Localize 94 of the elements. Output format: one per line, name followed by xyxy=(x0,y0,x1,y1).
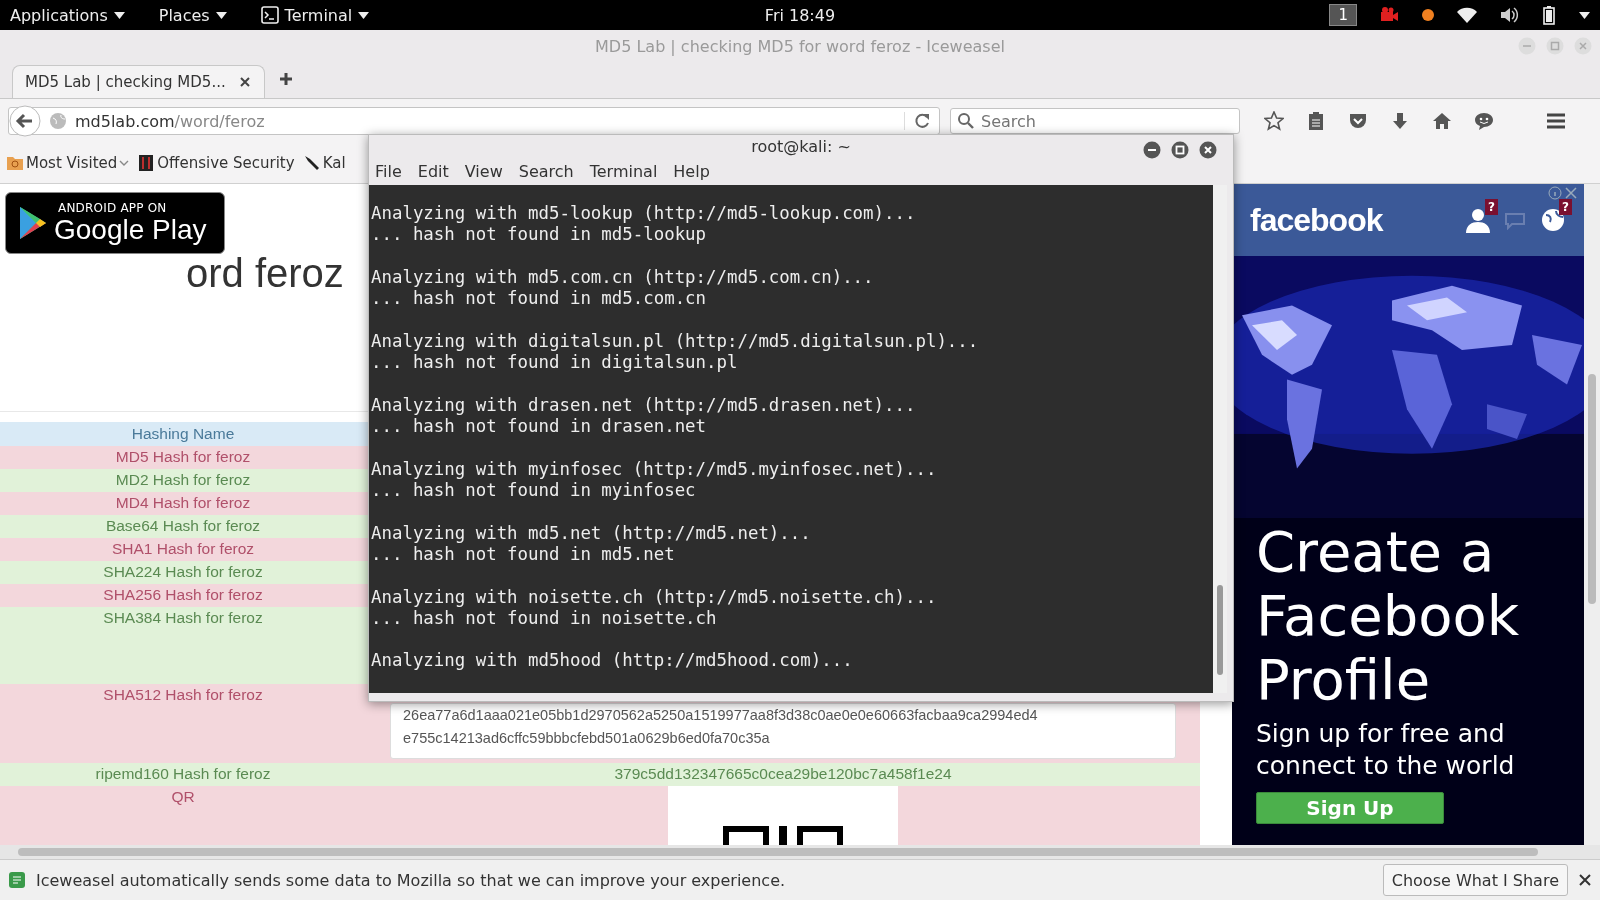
status-dot-icon xyxy=(1421,8,1435,22)
terminal-line: Analyzing with md5hood (http://md5hood.com)... xyxy=(371,650,854,672)
terminal-line: Analyzing with md5.net (http://md5.net)... xyxy=(371,522,812,544)
menu-icon[interactable] xyxy=(1546,111,1566,131)
choose-share-button[interactable]: Choose What I Share xyxy=(1382,864,1568,896)
menu-item[interactable]: Help xyxy=(673,162,710,182)
table-cell: Base64 Hash for feroz xyxy=(0,515,366,538)
globe-icon xyxy=(49,112,67,130)
terminal-line: Analyzing with myinfosec (http://md5.myinfosec.net)... xyxy=(371,458,938,481)
chevron-icon xyxy=(119,159,130,167)
pocket-icon[interactable] xyxy=(1348,111,1368,131)
menu-item[interactable]: Edit xyxy=(417,162,449,182)
battery-icon xyxy=(1541,5,1557,25)
menu-item[interactable]: View xyxy=(464,162,503,182)
terminal-line: ... hash not found in digitalsun.pl xyxy=(371,352,739,374)
table-cell: SHA224 Hash for feroz xyxy=(0,561,366,584)
table-cell: ripemd160 Hash for feroz xyxy=(0,763,366,786)
chat-icon[interactable] xyxy=(1474,111,1494,131)
download-icon[interactable] xyxy=(1390,111,1410,131)
volume-icon xyxy=(1499,5,1519,25)
new-tab-icon[interactable] xyxy=(278,71,293,86)
table-cell: MD5 Hash for feroz xyxy=(0,446,366,469)
terminal-line: ... hash not found in drasen.net xyxy=(371,416,708,438)
bookmark-item[interactable]: Offensive Security xyxy=(137,154,295,172)
back-button[interactable] xyxy=(9,105,41,137)
terminal-line: Analyzing with noisette.ch (http://md5.noisette.ch)... xyxy=(371,586,938,608)
table-cell: SHA512 Hash for feroz xyxy=(0,684,366,763)
minimize-button[interactable] xyxy=(1143,141,1161,159)
notification-message: Iceweasel automatically sends some data to Mozilla so that we can improve your experience. xyxy=(36,870,787,890)
maximize-button[interactable] xyxy=(1171,141,1189,159)
bookmark-item[interactable]: Most Visited xyxy=(6,154,130,172)
home-icon[interactable] xyxy=(1432,111,1452,131)
column-header: Hashing Name xyxy=(0,422,366,446)
terminal-title: root@kali: ~ xyxy=(751,137,851,157)
folder-icon xyxy=(6,154,24,172)
menu-item[interactable]: File xyxy=(375,162,402,182)
bookmark-item[interactable]: Kal xyxy=(302,154,346,172)
table-cell: QR xyxy=(0,786,366,845)
table-cell: SHA256 Hash for feroz xyxy=(0,584,366,607)
table-cell: 379c5dd132347665c0cea29be120bc7a458f1e24 xyxy=(614,765,952,783)
ad-subline: Sign up for free and connect to the world xyxy=(1256,718,1516,782)
terminal-line: Analyzing with digitalsun.pl (http://md5.digitalsun.pl)... xyxy=(371,330,980,353)
terminal-line: ... hash not found in md5.net xyxy=(371,543,676,566)
clipboard-icon[interactable] xyxy=(1306,111,1326,131)
wifi-icon xyxy=(1457,5,1477,25)
terminal-line: ... hash not found in noisette.ch xyxy=(371,607,718,630)
table-cell: MD4 Hash for feroz xyxy=(0,492,366,515)
search-icon xyxy=(957,112,975,130)
facebook-logo: facebook xyxy=(1250,201,1383,239)
terminal-line: ... hash not found in md5.com.cn xyxy=(371,288,708,310)
terminal-line: Analyzing with drasen.net (http://md5.drasen.net)... xyxy=(371,394,917,417)
terminal-icon xyxy=(260,6,279,24)
window-title: MD5 Lab | checking MD5 for word feroz - Iceweasel xyxy=(595,36,1005,56)
url-field[interactable]: md5lab.com/word/feroz xyxy=(75,111,265,131)
close-button[interactable] xyxy=(1199,141,1217,159)
close-icon[interactable] xyxy=(237,75,252,89)
table-cell: SHA384 Hash for feroz xyxy=(0,607,366,684)
top-menu[interactable]: Terminal xyxy=(260,5,370,25)
browser-tab[interactable]: MD5 Lab | checking MD5... xyxy=(12,65,265,98)
bookmark-star-icon[interactable] xyxy=(1264,111,1284,131)
caret-icon xyxy=(1579,11,1590,19)
top-menu[interactable]: Applications xyxy=(10,5,125,25)
tool-icon xyxy=(302,154,321,172)
terminal-line: Analyzing with md5-lookup (http://md5-lookup.com)... xyxy=(371,203,917,225)
caret-icon xyxy=(113,11,125,19)
messages-icon xyxy=(1504,210,1528,230)
terminal-line: Analyzing with md5.com.cn (http://md5.com.cn)... xyxy=(371,267,875,289)
caret-icon xyxy=(215,11,227,19)
menu-item[interactable]: Terminal xyxy=(589,162,658,182)
caret-icon xyxy=(358,11,370,19)
scrollbar[interactable] xyxy=(1213,185,1227,693)
google-play-badge[interactable]: ANDROID APP ON Google Play xyxy=(5,192,225,254)
horizontal-scrollbar[interactable] xyxy=(0,845,1600,859)
table-cell: SHA1 Hash for feroz xyxy=(0,538,366,561)
notification-icon xyxy=(8,871,26,889)
notification-badge: ? xyxy=(1559,199,1572,215)
close-icon[interactable] xyxy=(1564,186,1578,200)
terminal-line: ... hash not found in myinfosec xyxy=(371,480,697,502)
reload-icon[interactable] xyxy=(913,112,931,130)
table-cell: MD2 Hash for feroz xyxy=(0,469,366,492)
page-heading: ord feroz xyxy=(186,251,344,295)
menu-item[interactable]: Search xyxy=(518,162,574,182)
close-icon[interactable] xyxy=(1578,873,1592,887)
hash-value-field[interactable]: 26ea77a6d1aaa021e05bb1d2970562a5250a1519977aa8f3d38c0ae0e0e60663facbaa9ca2994ed4 e755c14213ad6cffc59bbbcfebd501a0629b6ed0fa70c35a xyxy=(390,703,1176,759)
terminal-line: ... hash not found in md5-lookup xyxy=(371,224,708,246)
top-menu[interactable]: Places xyxy=(158,5,227,25)
workspace-indicator[interactable]: 1 xyxy=(1329,4,1357,26)
ad-headline: Create a Facebook Profile xyxy=(1256,520,1521,712)
clock[interactable]: Fri 18:49 xyxy=(764,5,836,25)
search-field[interactable]: Search xyxy=(950,108,1240,134)
site-icon xyxy=(137,154,156,172)
notification-badge: ? xyxy=(1485,199,1498,215)
play-icon xyxy=(18,205,48,241)
scrollbar[interactable] xyxy=(1584,184,1600,845)
